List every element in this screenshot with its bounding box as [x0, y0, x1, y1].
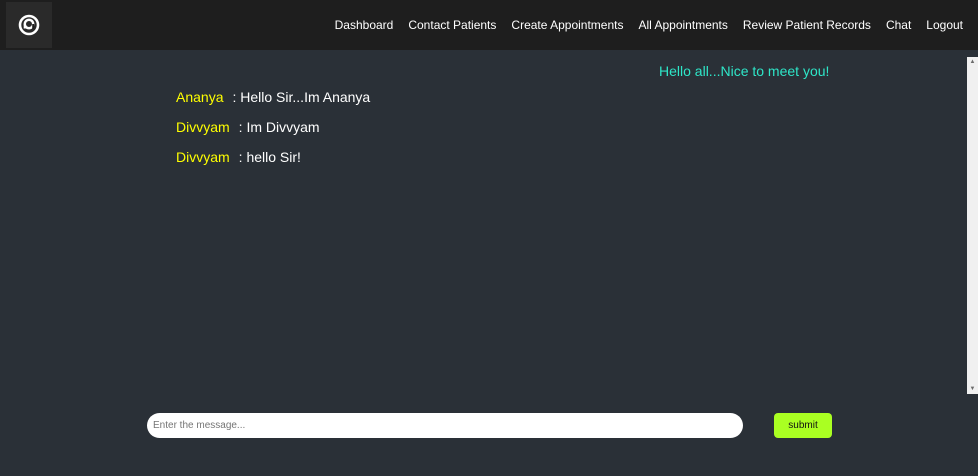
message-sender: Ananya	[176, 89, 224, 105]
own-chat-message: Hello all...Nice to meet you!	[659, 63, 830, 79]
scroll-down-arrow-icon[interactable]: ▼	[967, 384, 978, 394]
scroll-up-arrow-icon[interactable]: ▲	[967, 57, 978, 67]
message-input[interactable]	[147, 413, 743, 438]
nav-link-chat[interactable]: Chat	[886, 18, 911, 32]
nav-link-dashboard[interactable]: Dashboard	[335, 18, 394, 32]
message-text: : hello Sir!	[238, 149, 301, 165]
message-sender: Divvyam	[176, 119, 230, 135]
nav-link-all-appointments[interactable]: All Appointments	[638, 18, 727, 32]
nav-link-create-appointments[interactable]: Create Appointments	[511, 18, 623, 32]
chat-message: Divvyam : hello Sir!	[176, 149, 301, 165]
submit-button[interactable]: submit	[774, 413, 832, 438]
message-text: : Im Divvyam	[238, 119, 320, 135]
app-logo[interactable]	[6, 2, 52, 48]
chat-message-area	[0, 50, 967, 395]
chat-scrollbar[interactable]: ▲ ▼	[967, 57, 978, 394]
chat-message: Ananya : Hello Sir...Im Ananya	[176, 89, 370, 105]
message-text: : Hello Sir...Im Ananya	[232, 89, 371, 105]
nav-link-review-patient-records[interactable]: Review Patient Records	[743, 18, 871, 32]
nav-link-contact-patients[interactable]: Contact Patients	[408, 18, 496, 32]
message-sender: Divvyam	[176, 149, 230, 165]
chat-message: Divvyam : Im Divvyam	[176, 119, 320, 135]
nav-links: Dashboard Contact Patients Create Appoin…	[335, 0, 963, 50]
navbar: Dashboard Contact Patients Create Appoin…	[0, 0, 978, 50]
app-logo-icon	[18, 14, 40, 36]
nav-link-logout[interactable]: Logout	[926, 18, 963, 32]
